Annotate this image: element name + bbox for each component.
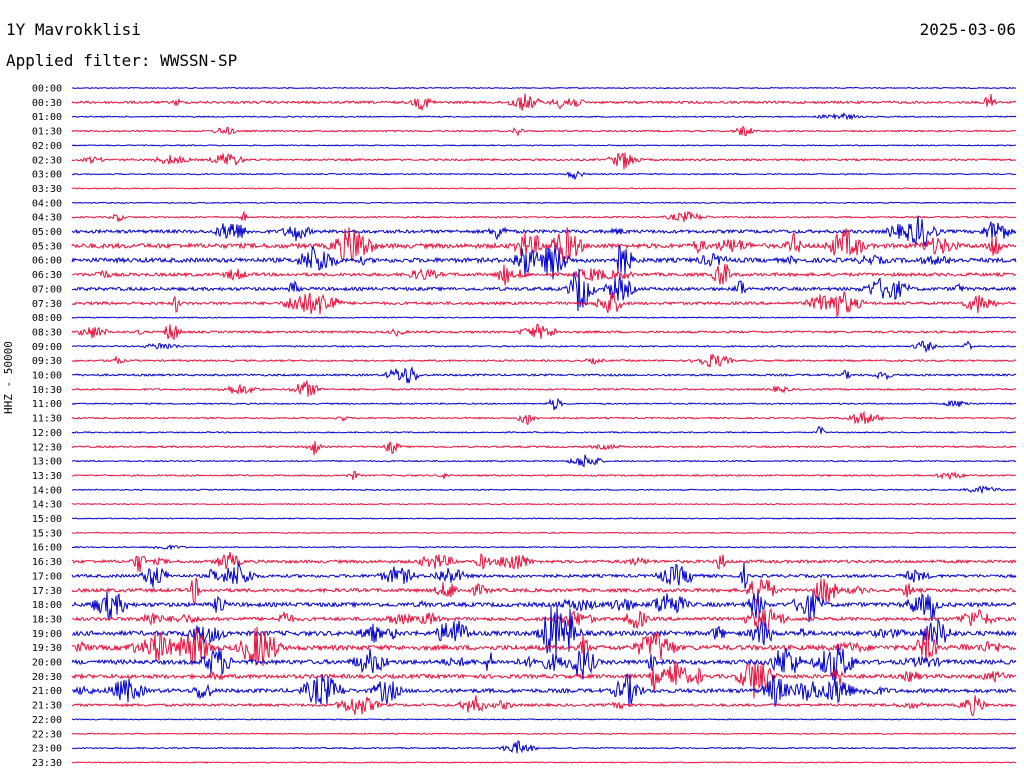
trace-line (71, 440, 1017, 456)
tick-label: 22:00 (32, 715, 62, 726)
tick-label: 03:00 (32, 170, 62, 181)
tick-label: 11:00 (32, 399, 62, 410)
tick-label: 05:00 (32, 227, 62, 238)
trace-line (71, 170, 1017, 181)
tick-label: 19:30 (32, 643, 62, 654)
seismogram-plot: 00:00 00:30 01:00 01:30 02:00 02:30 03:00 03:30… (32, 84, 1017, 769)
tick-label: 16:00 (32, 543, 62, 554)
trace-line (71, 531, 1017, 535)
tick-label: 09:00 (32, 342, 62, 353)
trace-line (71, 215, 1017, 247)
trace-line (71, 340, 1017, 354)
trace-line (71, 93, 1017, 112)
tick-label: 02:00 (32, 141, 62, 152)
trace-line (71, 485, 1017, 495)
trace-line (72, 740, 1017, 754)
tick-label: 01:30 (32, 127, 62, 138)
tick-label: 02:30 (32, 155, 62, 166)
tick-label: 15:30 (32, 528, 62, 539)
tick-label: 04:00 (32, 198, 62, 209)
trace-line (71, 125, 1017, 137)
tick-label: 10:00 (32, 371, 62, 382)
tick-label: 18:00 (32, 600, 62, 611)
trace-line (71, 210, 1017, 222)
tick-label: 08:00 (32, 313, 62, 324)
trace-line (71, 152, 1017, 170)
trace-line (71, 517, 1017, 520)
tick-label: 10:30 (32, 385, 62, 396)
tick-label: 21:30 (32, 701, 62, 712)
trace-line (71, 577, 1017, 606)
trace-line (71, 502, 1017, 506)
tick-label: 23:30 (32, 758, 62, 769)
trace-line (71, 552, 1017, 572)
tick-label: 01:00 (32, 112, 62, 123)
trace-line (71, 695, 1017, 717)
trace-line (71, 470, 1017, 481)
trace-line (71, 112, 1017, 121)
tick-label: 23:00 (32, 744, 62, 755)
tick-label: 20:00 (32, 658, 62, 669)
trace-line (71, 562, 1017, 589)
tick-label: 20:30 (32, 672, 62, 683)
tick-label-layer: 00:00 00:30 01:00 01:30 02:00 02:30 03:00 03:30… (32, 84, 62, 769)
trace-line (72, 544, 1017, 550)
tick-label: 12:00 (32, 428, 62, 439)
tick-label: 08:30 (32, 327, 62, 338)
trace-line (71, 607, 1017, 632)
tick-label: 17:30 (32, 586, 62, 597)
tick-label: 21:00 (32, 686, 62, 697)
trace-line (71, 316, 1017, 319)
trace-line (71, 201, 1017, 204)
trace-layer (71, 86, 1017, 764)
tick-label: 14:30 (32, 500, 62, 511)
trace-line (71, 454, 1017, 468)
tick-label: 07:00 (32, 284, 62, 295)
trace-line (71, 187, 1017, 190)
tick-label: 06:00 (32, 256, 62, 267)
trace-line (71, 732, 1017, 735)
trace-line (72, 365, 1017, 384)
tick-label: 00:00 (32, 84, 62, 95)
tick-label: 06:30 (32, 270, 62, 281)
trace-line (71, 144, 1016, 147)
tick-label: 17:00 (32, 571, 62, 582)
trace-line (71, 410, 1017, 425)
trace-line (71, 718, 1017, 721)
tick-label: 13:30 (32, 471, 62, 482)
tick-label: 12:30 (32, 442, 62, 453)
tick-label: 18:30 (32, 614, 62, 625)
tick-label: 13:00 (32, 457, 62, 468)
trace-line (71, 380, 1016, 397)
tick-label: 07:30 (32, 299, 62, 310)
tick-label: 15:00 (32, 514, 62, 525)
tick-label: 00:30 (32, 98, 62, 109)
trace-line (71, 591, 1017, 623)
trace-line (71, 352, 1017, 368)
tick-label: 04:30 (32, 213, 62, 224)
tick-label: 16:30 (32, 557, 62, 568)
tick-label: 05:30 (32, 241, 62, 252)
tick-label: 19:00 (32, 629, 62, 640)
tick-label: 22:30 (32, 729, 62, 740)
tick-label: 14:00 (32, 485, 62, 496)
trace-line (71, 397, 1017, 411)
trace-line (71, 290, 1017, 317)
trace-line (71, 86, 1016, 90)
trace-line (71, 323, 1017, 341)
tick-label: 11:30 (32, 414, 62, 425)
tick-label: 09:30 (32, 356, 62, 367)
tick-label: 03:30 (32, 184, 62, 195)
trace-line (71, 761, 1017, 764)
trace-line (71, 672, 1017, 708)
trace-line (71, 425, 1017, 434)
